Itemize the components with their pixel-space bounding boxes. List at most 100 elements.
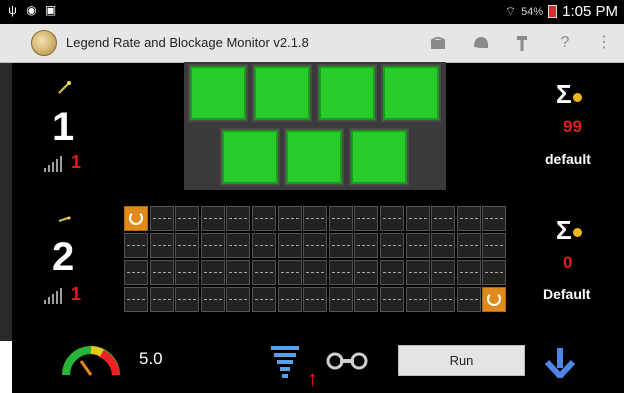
speedometer-icon[interactable] [62, 343, 120, 382]
link-icon[interactable] [326, 351, 368, 376]
row-cell[interactable] [431, 233, 456, 258]
overflow-menu-icon[interactable]: ⋮ [594, 33, 614, 53]
row-cell[interactable] [200, 287, 225, 312]
row-cell[interactable] [328, 287, 353, 312]
row-cell[interactable] [303, 233, 328, 258]
row-cell[interactable] [226, 287, 251, 312]
seed-tray-icon[interactable] [428, 33, 448, 53]
row-cell[interactable] [149, 260, 174, 285]
row-cell[interactable] [175, 233, 200, 258]
row-cell[interactable] [482, 233, 507, 258]
row-cell[interactable] [200, 233, 225, 258]
row-cell[interactable] [456, 287, 481, 312]
row-cell[interactable] [354, 260, 379, 285]
image-icon: ▣ [44, 3, 57, 17]
speed-value: 5.0 [139, 349, 163, 368]
row-cell[interactable] [252, 206, 276, 231]
row-status-cell[interactable] [220, 128, 280, 186]
row-cell[interactable] [277, 233, 302, 258]
row-cell[interactable] [200, 206, 225, 231]
row-cell[interactable] [303, 287, 328, 312]
row-cell[interactable] [149, 233, 174, 258]
row-cell[interactable] [380, 260, 404, 285]
row-cell[interactable] [456, 206, 481, 231]
channel-2-profile[interactable]: Default [543, 286, 590, 302]
app-logo-icon [31, 30, 57, 56]
row-status-cell[interactable] [381, 64, 441, 122]
row-cell[interactable] [354, 233, 379, 258]
row-cell[interactable] [277, 206, 302, 231]
row-cell[interactable] [252, 287, 276, 312]
battery-percent: 54% [521, 5, 544, 18]
magic-wand-icon[interactable] [56, 211, 74, 234]
row-cell[interactable] [200, 260, 225, 285]
row-cell[interactable] [456, 260, 481, 285]
row-cell[interactable] [226, 206, 251, 231]
wifi-icon: ⌔ [504, 4, 517, 18]
row-cell[interactable] [149, 287, 174, 312]
tool-icon[interactable] [512, 33, 532, 53]
row-cell[interactable] [328, 206, 353, 231]
channel-1-number: 1 [52, 105, 75, 149]
row-status-cell[interactable] [317, 64, 377, 122]
location-icon: ◉ [26, 3, 37, 17]
row-cell[interactable] [431, 206, 456, 231]
magic-wand-icon[interactable] [56, 78, 74, 101]
helmet-icon[interactable] [471, 33, 491, 53]
status-left-icons: ψ ◉ ▣ [6, 4, 57, 17]
row-cell[interactable] [124, 287, 148, 312]
refresh-icon [487, 292, 502, 306]
row-cell[interactable] [149, 206, 174, 231]
row-cell[interactable] [277, 260, 302, 285]
row-cell-highlighted[interactable] [482, 287, 507, 312]
row-cell[interactable] [354, 206, 379, 231]
row-cell-highlighted[interactable] [124, 206, 148, 231]
row-cell[interactable] [328, 233, 353, 258]
row-cell[interactable] [482, 206, 507, 231]
sum-indicator-dot [573, 228, 582, 237]
sum-icon[interactable]: Σ [556, 79, 572, 110]
row-cell[interactable] [456, 233, 481, 258]
channel-2-signal-value: 1 [71, 284, 82, 304]
row-cell[interactable] [405, 206, 430, 231]
row-cell[interactable] [175, 260, 200, 285]
row-cell[interactable] [124, 233, 148, 258]
app-title: Legend Rate and Blockage Monitor v2.1.8 [66, 35, 309, 50]
row-cell[interactable] [405, 233, 430, 258]
row-cell[interactable] [226, 233, 251, 258]
row-status-cell[interactable] [188, 64, 248, 122]
row-status-cell[interactable] [252, 64, 312, 122]
row-cell[interactable] [277, 287, 302, 312]
sum-icon[interactable]: Σ [556, 215, 572, 246]
row-cell[interactable] [380, 233, 404, 258]
row-cell[interactable] [303, 206, 328, 231]
channel-2-count: 0 [563, 253, 573, 272]
row-cell[interactable] [252, 233, 276, 258]
battery-icon [548, 5, 558, 18]
help-icon[interactable]: ? [555, 33, 575, 53]
row-status-cell[interactable] [284, 128, 344, 186]
row-cell[interactable] [354, 287, 379, 312]
arrow-down-icon[interactable] [544, 346, 576, 383]
row-status-cell[interactable] [349, 128, 409, 186]
funnel-icon[interactable] [270, 344, 300, 385]
channel-1-profile[interactable]: default [545, 151, 591, 167]
row-cell[interactable] [405, 260, 430, 285]
row-cell[interactable] [328, 260, 353, 285]
row-cell[interactable] [175, 287, 200, 312]
run-button[interactable]: Run [398, 345, 525, 376]
status-bar: ψ ◉ ▣ ⌔ 54% 1:05 PM [0, 0, 624, 24]
row-cell[interactable] [431, 260, 456, 285]
left-edge-strip [0, 63, 12, 341]
row-cell[interactable] [226, 260, 251, 285]
row-cell[interactable] [124, 260, 148, 285]
row-cell[interactable] [380, 206, 404, 231]
channel-2-number: 2 [52, 235, 75, 279]
row-cell[interactable] [431, 287, 456, 312]
row-cell[interactable] [175, 206, 200, 231]
row-cell[interactable] [252, 260, 276, 285]
row-cell[interactable] [482, 260, 507, 285]
row-cell[interactable] [405, 287, 430, 312]
row-cell[interactable] [380, 287, 404, 312]
row-cell[interactable] [303, 260, 328, 285]
